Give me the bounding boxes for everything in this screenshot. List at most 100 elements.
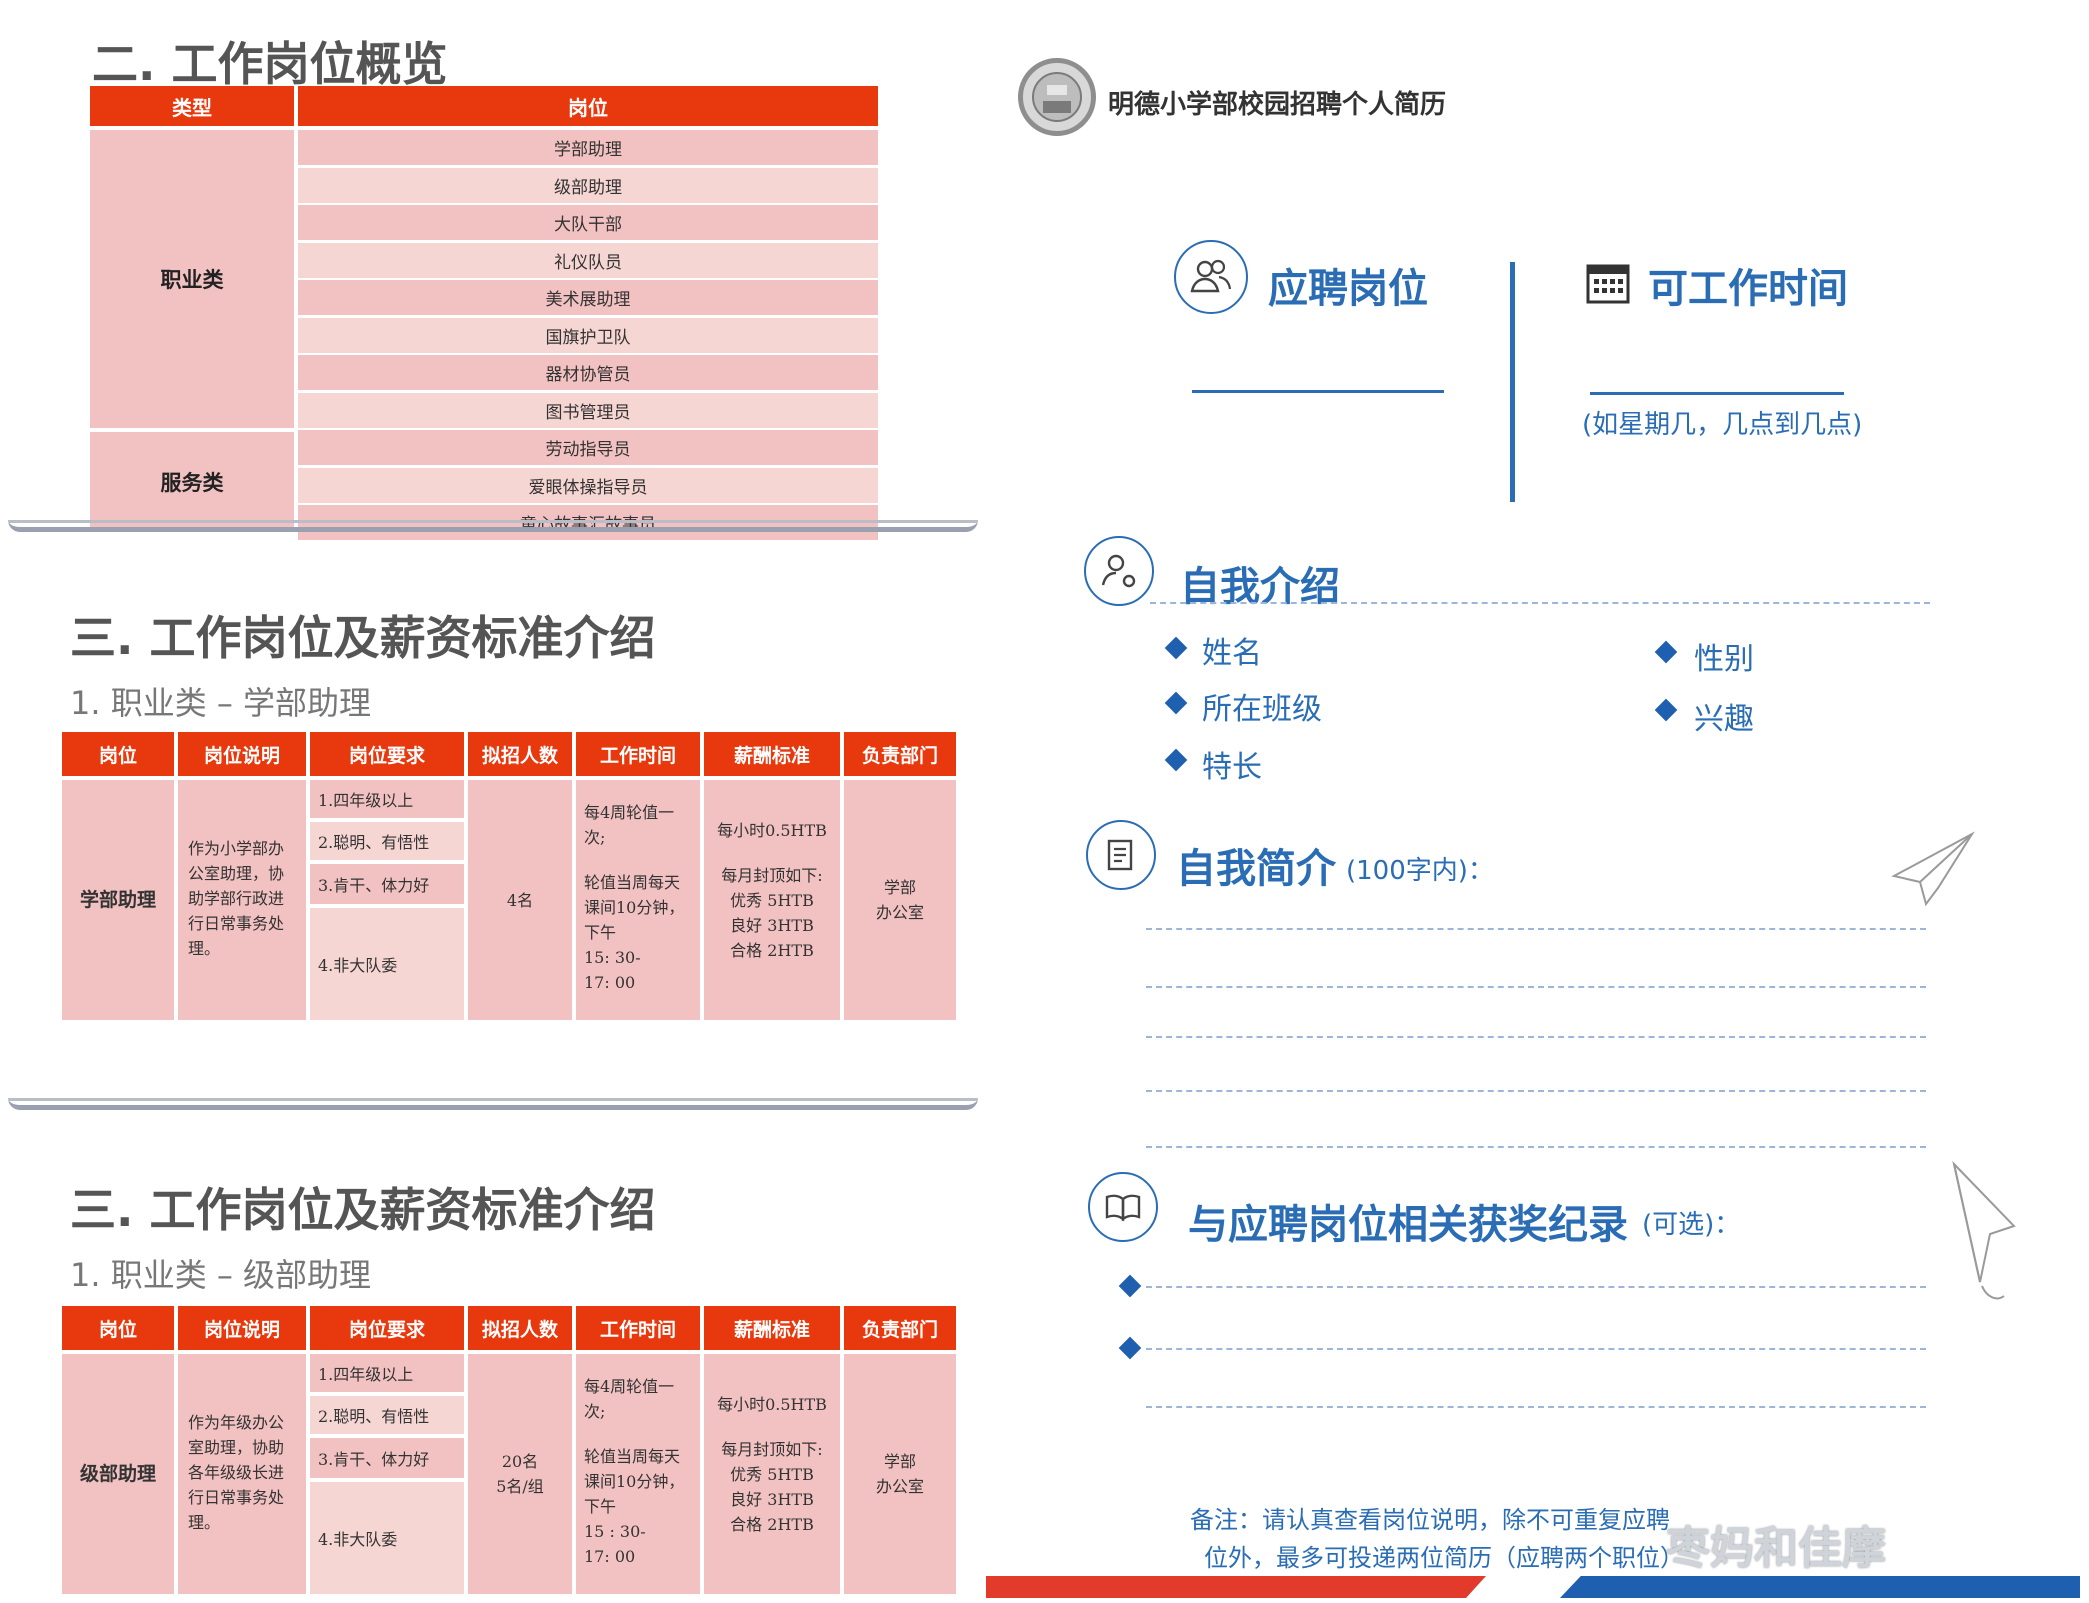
answer-line[interactable]	[1146, 986, 1926, 988]
apply-position-label: 应聘岗位	[1268, 266, 1428, 312]
bullet-diamond	[1164, 691, 1188, 715]
salary-line: 每月封顶如下:	[721, 1440, 823, 1459]
school-logo	[1018, 58, 1096, 136]
time-line: 轮值当周每天课间10分钟，下午	[584, 873, 685, 942]
cell-requirement: 2.聪明、有悟性	[310, 1396, 464, 1434]
overview-title: 二. 工作岗位概览	[92, 37, 448, 91]
self-summary-hint: (100字内)：	[1346, 856, 1494, 886]
bullet-diamond	[1118, 1274, 1142, 1298]
page: 二. 工作岗位概览 类型 岗位 职业类 服务类 学部助理 级部助理 大队干部 礼仪队员…	[0, 0, 2089, 1603]
field-gender[interactable]: 性别	[1694, 634, 1754, 678]
paper-plane-icon	[1950, 1160, 2020, 1314]
overview-position-item: 美术展助理	[298, 280, 878, 315]
th-time: 工作时间	[576, 1306, 700, 1350]
work-time-hint: (如星期几，几点到几点)	[1582, 410, 1863, 440]
cell-requirement: 4.非大队委	[310, 908, 464, 1020]
cell-description: 作为年级办公室助理，协助各年级级长进行日常事务处理。	[178, 1354, 306, 1594]
salary-line: 合格 2HTB	[730, 941, 814, 960]
paper-plane-icon	[1888, 830, 1978, 914]
apply-position-input-line[interactable]	[1192, 390, 1444, 393]
th-position: 岗位	[62, 732, 174, 776]
work-time-label: 可工作时间	[1648, 266, 1848, 312]
note-line-1: 备注：请认真查看岗位说明，除不可重复应聘	[1190, 1506, 1670, 1534]
th-dept: 负责部门	[844, 1306, 956, 1350]
work-time-input-line[interactable]	[1590, 392, 1844, 395]
footer-red-bar	[986, 1576, 1486, 1598]
answer-line[interactable]	[1146, 928, 1926, 930]
self-summary-title: 自我简介	[1176, 846, 1336, 892]
cell-position: 级部助理	[62, 1354, 174, 1594]
th-position: 岗位	[62, 1306, 174, 1350]
th-time: 工作时间	[576, 732, 700, 776]
th-salary: 薪酬标准	[704, 732, 840, 776]
th-requirements: 岗位要求	[310, 1306, 464, 1350]
edit-note-icon	[1086, 820, 1156, 890]
cell-requirement: 1.四年级以上	[310, 780, 464, 818]
overview-position-item: 礼仪队员	[298, 242, 878, 278]
answer-line[interactable]	[1146, 1036, 1926, 1038]
bullet-diamond	[1164, 748, 1188, 772]
salary-line: 每小时0.5HTB	[717, 1395, 827, 1414]
awards-hint: (可选)：	[1642, 1210, 1741, 1240]
time-line: 每4周轮值一次;	[584, 803, 675, 847]
vertical-divider	[1510, 262, 1515, 502]
cell-requirement: 1.四年级以上	[310, 1354, 464, 1392]
overview-position-item: 劳动指导员	[298, 430, 878, 465]
person-group-icon	[1174, 240, 1248, 314]
answer-line[interactable]	[1146, 1090, 1926, 1092]
overview-position-item: 学部助理	[298, 130, 878, 165]
dept-line: 学部	[883, 878, 916, 897]
overview-position-item: 器材协管员	[298, 355, 878, 390]
cell-salary: 每小时0.5HTB 每月封顶如下: 优秀 5HTB 良好 3HTB 合格 2HT…	[704, 1354, 840, 1594]
count-line: 5名/组	[496, 1477, 544, 1496]
salary-line: 每月封顶如下:	[721, 866, 823, 885]
bullet-diamond	[1654, 698, 1678, 722]
count-line: 20名	[501, 1452, 539, 1471]
award-line[interactable]	[1146, 1286, 1926, 1288]
award-line[interactable]	[1146, 1348, 1926, 1350]
book-icon	[1088, 1172, 1158, 1242]
cell-dept: 学部 办公室	[844, 780, 956, 1020]
th-requirements: 岗位要求	[310, 732, 464, 776]
overview-position-item: 图书管理员	[298, 392, 878, 428]
cell-time: 每4周轮值一次; 轮值当周每天课间10分钟，下午 15 : 30- 17: 00	[576, 1354, 700, 1594]
time-line: 每4周轮值一次;	[584, 1377, 675, 1421]
award-line[interactable]	[1146, 1406, 1926, 1408]
salary-line: 优秀 5HTB	[730, 1465, 814, 1484]
time-line: 15: 30-	[584, 948, 641, 967]
dept-line: 办公室	[875, 1477, 924, 1496]
section2-table: 岗位 岗位说明 岗位要求 拟招人数 工作时间 薪酬标准 负责部门 级部助理 作为…	[62, 1306, 956, 1594]
bullet-diamond	[1654, 640, 1678, 664]
salary-line: 每小时0.5HTB	[717, 821, 827, 840]
salary-line: 良好 3HTB	[730, 916, 814, 935]
awards-title: 与应聘岗位相关获奖纪录	[1188, 1202, 1628, 1248]
answer-line[interactable]	[1146, 1146, 1926, 1148]
time-line: 轮值当周每天课间10分钟，下午	[584, 1447, 685, 1516]
th-salary: 薪酬标准	[704, 1306, 840, 1350]
field-interests[interactable]: 兴趣	[1694, 694, 1754, 738]
time-line: 15 : 30-	[584, 1522, 646, 1541]
overview-position-item: 爱眼体操指导员	[298, 467, 878, 503]
salary-line: 合格 2HTB	[730, 1515, 814, 1534]
cell-count: 20名 5名/组	[468, 1354, 572, 1594]
field-class[interactable]: 所在班级	[1202, 684, 1322, 728]
dashed-line	[1150, 602, 1930, 604]
person-gear-icon	[1084, 536, 1154, 606]
th-count: 拟招人数	[468, 732, 572, 776]
bullet-diamond	[1164, 636, 1188, 660]
school-crest-icon	[1032, 72, 1082, 122]
divider	[8, 520, 978, 532]
overview-category-career: 职业类	[90, 130, 294, 428]
dept-line: 办公室	[875, 903, 924, 922]
divider	[8, 1098, 978, 1110]
overview-position-item: 国旗护卫队	[298, 317, 878, 353]
school-title: 明德小学部校园招聘个人简历	[1108, 90, 1447, 120]
section1-subtitle: 1. 职业类 – 学部助理	[70, 684, 372, 722]
footer-blue-bar	[1560, 1576, 2080, 1598]
cell-description: 作为小学部办公室助理，协助学部行政进行日常事务处理。	[178, 780, 306, 1020]
section2-subtitle: 1. 职业类 – 级部助理	[70, 1256, 372, 1294]
overview-position-item: 大队干部	[298, 205, 878, 240]
dept-line: 学部	[883, 1452, 916, 1471]
field-specialty[interactable]: 特长	[1202, 742, 1262, 786]
field-name[interactable]: 姓名	[1202, 628, 1262, 672]
